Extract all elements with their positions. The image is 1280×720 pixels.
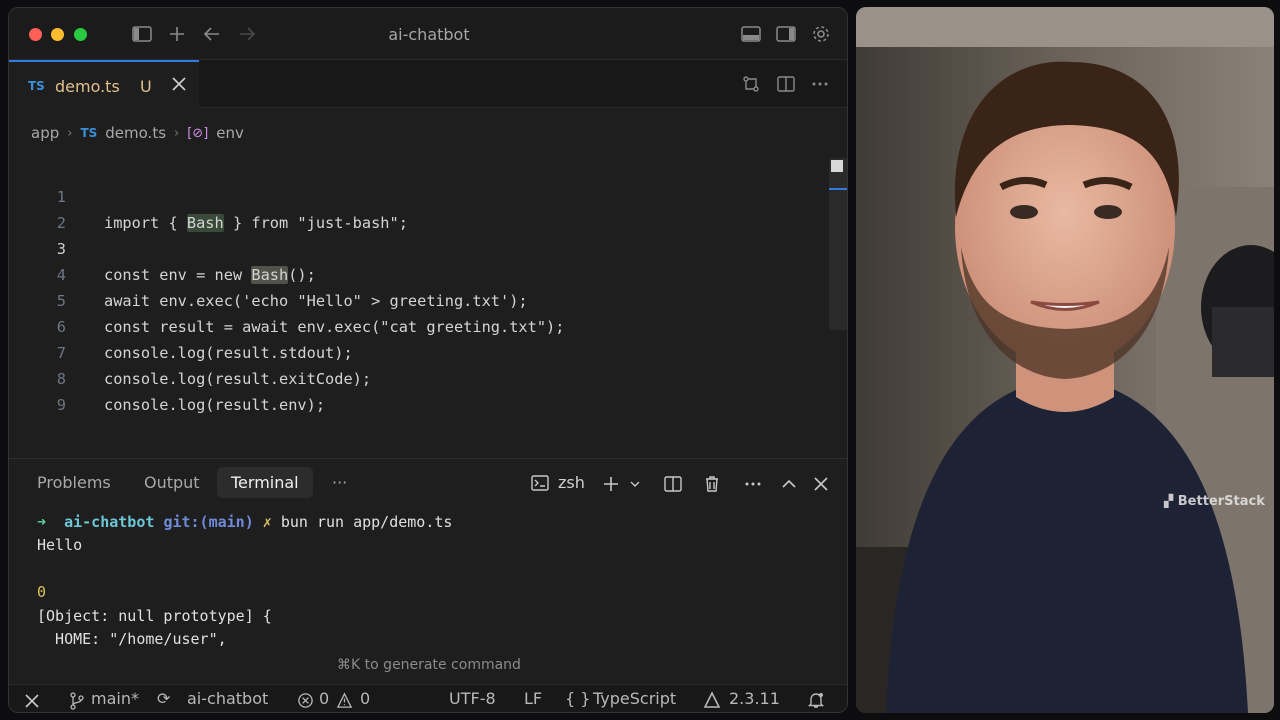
typescript-icon: TS	[28, 79, 45, 93]
editor-window: ai-chatbot TS demo.ts U app › TS demo.ts…	[8, 7, 848, 713]
encoding[interactable]: UTF-8	[449, 689, 496, 708]
extension-version[interactable]: 2.3.11	[729, 689, 780, 708]
bottom-panel: Problems Output Terminal ··· zsh ➜ ai-ch…	[9, 458, 847, 686]
line-ending[interactable]: LF	[524, 689, 542, 708]
toggle-secondary-sidebar-icon[interactable]	[775, 24, 797, 44]
terminal-output-line: Hello	[37, 536, 83, 554]
typescript-icon: TS	[80, 126, 98, 140]
presenter-image	[856, 7, 1274, 713]
code-line: 2	[9, 184, 829, 232]
terminal-env-entry: HOME: "/home/user",	[37, 630, 227, 648]
minimap-selection-marker	[829, 188, 847, 190]
gear-icon[interactable]	[810, 24, 832, 44]
editor-scrollbar[interactable]	[829, 158, 847, 330]
code-line: 7 console.log(result.exitCode);	[9, 314, 829, 388]
close-icon[interactable]	[812, 475, 830, 493]
more-actions-icon[interactable]	[744, 475, 762, 493]
split-terminal-icon[interactable]	[664, 475, 682, 493]
tab-modified-indicator: U	[140, 77, 152, 96]
more-actions-icon[interactable]	[811, 75, 829, 93]
sync-icon[interactable]: ⟳	[157, 689, 170, 708]
project-name[interactable]: ai-chatbot	[187, 689, 268, 708]
code-text: console.log(result.env);	[104, 396, 326, 414]
error-count[interactable]: 0	[319, 689, 329, 708]
terminal-icon	[531, 475, 549, 491]
trash-icon[interactable]	[703, 475, 721, 493]
minimap-cursor-marker	[831, 160, 843, 172]
editor-tab-bar: TS demo.ts U	[9, 60, 847, 108]
code-line-active: 3 const env = new Bash();	[9, 210, 829, 284]
code-line: 9	[9, 366, 829, 414]
maximize-panel-icon[interactable]	[780, 475, 798, 493]
terminal-output-line: HOME: "/home/user",	[37, 628, 227, 651]
remote-icon[interactable]	[23, 692, 41, 710]
terminal-output-line: 0	[37, 583, 47, 601]
tab-demo-ts[interactable]: TS demo.ts U	[9, 60, 199, 108]
panel-tab-bar: Problems Output Terminal ··· zsh	[9, 459, 847, 505]
terminal-prompt-line: ➜ ai-chatbot git:(main) ✗ bun run app/de…	[37, 511, 452, 534]
webcam-video	[856, 7, 1274, 713]
prompt-git-branch: git:(main)	[163, 513, 254, 531]
chevron-right-icon: ›	[174, 125, 180, 141]
shell-name[interactable]: zsh	[558, 473, 585, 492]
open-changes-icon[interactable]	[742, 75, 760, 93]
code-line: 1 import { Bash } from "just-bash";	[9, 158, 829, 232]
tab-label: demo.ts	[55, 77, 120, 96]
code-line: 5 const result = await env.exec("cat gre…	[9, 262, 829, 336]
braces-icon: { }	[565, 689, 591, 708]
breadcrumb-folder[interactable]: app	[31, 124, 59, 142]
watermark: ▞ BetterStack	[1164, 494, 1265, 509]
terminal-output-line: [Object: null prototype] {	[37, 607, 272, 625]
panel-more-tabs[interactable]: ···	[332, 473, 347, 492]
title-bar: ai-chatbot	[9, 8, 847, 60]
split-editor-icon[interactable]	[777, 75, 795, 93]
language-mode[interactable]: TypeScript	[593, 689, 676, 708]
variable-symbol-icon: [⊘]	[187, 125, 209, 141]
git-branch-icon	[70, 692, 84, 710]
triangle-logo-icon	[703, 691, 721, 708]
status-bar: main* ⟳ ai-chatbot 0 0 UTF-8 LF { } Type…	[9, 684, 847, 712]
watermark-text: BetterStack	[1177, 494, 1265, 509]
code-line: 4 await env.exec('echo "Hello" > greetin…	[9, 236, 829, 310]
tab-problems[interactable]: Problems	[37, 473, 111, 492]
chevron-down-icon[interactable]	[629, 475, 641, 493]
code-line: 8 console.log(result.env);	[9, 340, 829, 414]
prompt-arrow-icon: ➜	[37, 513, 47, 531]
terminal-command: bun run app/demo.ts	[280, 513, 453, 531]
prompt-directory: ai-chatbot	[64, 513, 155, 531]
breadcrumb-symbol[interactable]: env	[216, 124, 244, 142]
tab-output[interactable]: Output	[144, 473, 200, 492]
toggle-panel-icon[interactable]	[740, 24, 762, 44]
terminal-hint: ⌘K to generate command	[337, 657, 521, 673]
chevron-right-icon: ›	[67, 125, 73, 141]
error-icon	[298, 693, 313, 708]
tab-terminal[interactable]: Terminal	[217, 467, 313, 498]
code-line: 6 console.log(result.stdout);	[9, 288, 829, 362]
breadcrumb-file[interactable]: demo.ts	[105, 124, 166, 142]
warning-icon	[336, 692, 353, 708]
window-title: ai-chatbot	[388, 25, 470, 44]
line-number: 9	[56, 396, 66, 414]
close-icon[interactable]	[170, 75, 188, 93]
new-terminal-icon[interactable]	[602, 475, 620, 493]
warning-count[interactable]: 0	[360, 689, 370, 708]
prompt-dirty-marker: ✗	[262, 513, 272, 531]
betterstack-logo-icon: ▞	[1164, 494, 1174, 508]
breadcrumb: app › TS demo.ts › [⊘] env	[31, 123, 244, 143]
git-branch[interactable]: main*	[91, 689, 139, 708]
bell-icon[interactable]	[807, 691, 825, 709]
